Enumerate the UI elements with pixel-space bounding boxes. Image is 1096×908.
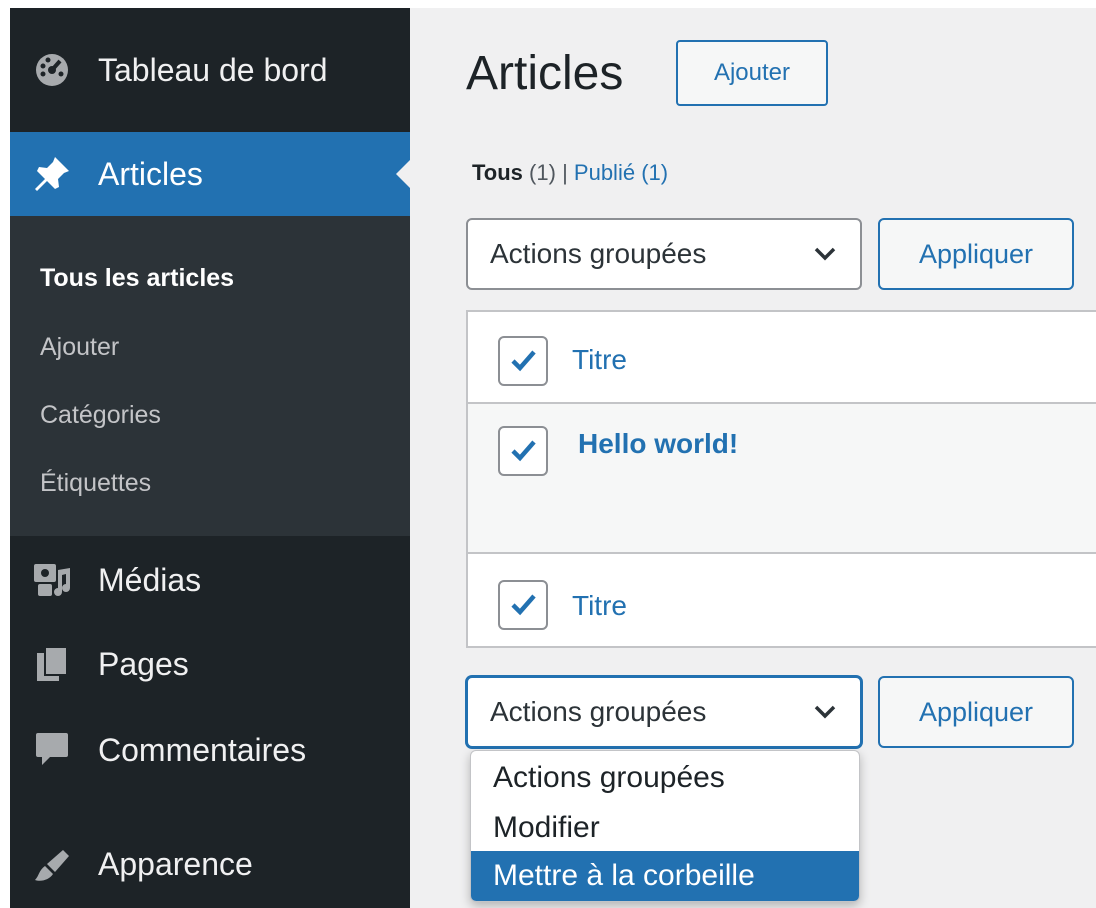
menu-item-media[interactable]: Médias — [10, 544, 410, 616]
bulk-actions-dropdown-list: Actions groupées Modifier Mettre à la co… — [470, 750, 860, 902]
menu-label-appearance: Apparence — [98, 845, 253, 882]
dropdown-option-bulk-actions[interactable]: Actions groupées — [471, 753, 859, 803]
column-footer-title[interactable]: Titre — [572, 590, 627, 622]
paintbrush-icon — [32, 844, 72, 884]
chevron-down-icon — [812, 240, 838, 273]
menu-item-articles[interactable]: Articles — [10, 132, 410, 216]
bulk-actions-value: Actions groupées — [490, 238, 707, 269]
menu-label-media: Médias — [98, 561, 202, 598]
submenu-item-categories[interactable]: Catégories — [40, 401, 161, 430]
menu-item-pages[interactable]: Pages — [10, 628, 410, 700]
menu-label-comments: Commentaires — [98, 731, 307, 768]
table-header-row: Titre — [468, 312, 1096, 404]
pushpin-icon — [32, 154, 72, 194]
filter-published-label: Publié — [573, 160, 636, 185]
chevron-down-icon — [812, 698, 838, 731]
table-row: Hello world! — [468, 404, 1096, 554]
dashboard-gauge-icon — [32, 50, 72, 90]
bulk-actions-select-top[interactable]: Actions groupées — [466, 218, 862, 290]
status-filter-links: Tous (1) | Publié (1) — [472, 160, 668, 186]
menu-label-dashboard: Tableau de bord — [98, 51, 328, 88]
filter-published[interactable]: Publié (1) — [574, 160, 668, 185]
filter-all[interactable]: Tous — [472, 160, 523, 185]
post-title-link[interactable]: Hello world! — [578, 428, 738, 460]
select-all-checkbox[interactable] — [498, 336, 548, 386]
bulk-actions-select-bottom[interactable]: Actions groupées — [466, 676, 862, 748]
menu-item-dashboard[interactable]: Tableau de bord — [10, 8, 410, 132]
menu-label-pages: Pages — [98, 645, 189, 682]
row-checkbox[interactable] — [498, 426, 548, 476]
checkmark-icon — [511, 440, 536, 462]
dropdown-option-edit[interactable]: Modifier — [471, 803, 859, 853]
menu-item-appearance[interactable]: Apparence — [10, 828, 410, 900]
admin-sidebar: Tableau de bord Articles Tous les articl… — [10, 8, 410, 908]
filter-all-count: (1) — [529, 160, 556, 185]
comment-bubble-icon — [32, 730, 72, 770]
page-title: Articles — [466, 47, 624, 100]
checkmark-icon — [511, 594, 536, 616]
articles-submenu: Tous les articles Ajouter Catégories Éti… — [10, 216, 410, 536]
menu-label-articles: Articles — [98, 155, 203, 192]
posts-table: Titre Hello world! Titre — [466, 310, 1096, 648]
submenu-item-add-new[interactable]: Ajouter — [40, 333, 119, 362]
filter-published-count: (1) — [641, 160, 669, 185]
add-new-button[interactable]: Ajouter — [676, 40, 828, 106]
submenu-item-tags[interactable]: Étiquettes — [40, 469, 151, 498]
filter-separator: | — [562, 160, 568, 185]
pages-icon — [32, 644, 72, 684]
dropdown-option-move-to-trash[interactable]: Mettre à la corbeille — [471, 851, 859, 901]
submenu-item-all-posts[interactable]: Tous les articles — [40, 264, 234, 293]
main-content: Articles Ajouter Tous (1) | Publié (1) A… — [410, 8, 1096, 908]
checkmark-icon — [511, 350, 536, 372]
media-icon — [32, 560, 72, 600]
apply-button-top[interactable]: Appliquer — [878, 218, 1074, 290]
bulk-actions-value: Actions groupées — [490, 696, 707, 727]
menu-item-comments[interactable]: Commentaires — [10, 714, 410, 786]
table-footer-row: Titre — [468, 556, 1096, 650]
column-header-title[interactable]: Titre — [572, 344, 627, 376]
apply-button-bottom[interactable]: Appliquer — [878, 676, 1074, 748]
select-all-checkbox-footer[interactable] — [498, 580, 548, 630]
